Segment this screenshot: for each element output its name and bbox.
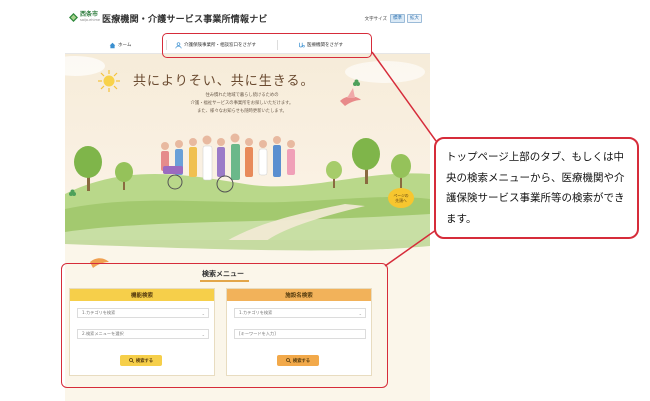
explanation-callout: トップページ上部のタブ、もしくは中央の検索メニューから、医療機関や介護保険サービ… [434, 137, 639, 239]
font-size-switcher: 文字サイズ 標準 拡大 [365, 14, 422, 23]
site-title[interactable]: 医療機関・介護サービス事業所情報ナビ [102, 12, 268, 25]
font-size-standard-button[interactable]: 標準 [390, 14, 405, 23]
callout-text: トップページ上部のタブ、もしくは中央の検索メニューから、医療機関や介護保険サービ… [446, 151, 625, 225]
tab-home-label: ホーム [118, 43, 132, 48]
logo-city-name: 西条市 [80, 11, 99, 18]
logo-url: saijo.ehime [80, 18, 101, 22]
sun-icon [98, 70, 120, 92]
hero-banner: 共によりそい、共に生きる。 住み慣れた地域で暮らし続けるための 介護・福祉サービ… [65, 54, 430, 242]
hero-text-line: 住み慣れた地域で暮らし続けるための [205, 93, 279, 98]
bird-icon [340, 88, 361, 106]
back-to-top-button[interactable]: ページの 先頭へ [388, 188, 414, 208]
font-size-label: 文字サイズ [364, 16, 387, 22]
hero-title: 共によりそい、共に生きる。 [133, 74, 315, 89]
hero-description: 住み慣れた地域で暮らし続けるための 介護・福祉サービスの事業所をお探しいただけま… [162, 92, 322, 116]
hero-text-line: 介護・福祉サービスの事業所をお探しいただけます。 [190, 101, 294, 106]
tabs-highlight [162, 33, 372, 58]
hero-text-line: また、様々なお知らせも随時更新いたします。 [197, 109, 287, 114]
badge-line: 先頭へ [395, 198, 407, 203]
site-header: 西条市 saijo.ehime 医療機関・介護サービス事業所情報ナビ 文字サイズ… [65, 6, 430, 30]
search-menu-highlight [61, 263, 388, 388]
tab-home[interactable]: ホーム [109, 39, 131, 51]
font-size-large-button[interactable]: 拡大 [407, 14, 422, 23]
city-logo-icon [69, 13, 78, 22]
home-icon [109, 42, 116, 48]
